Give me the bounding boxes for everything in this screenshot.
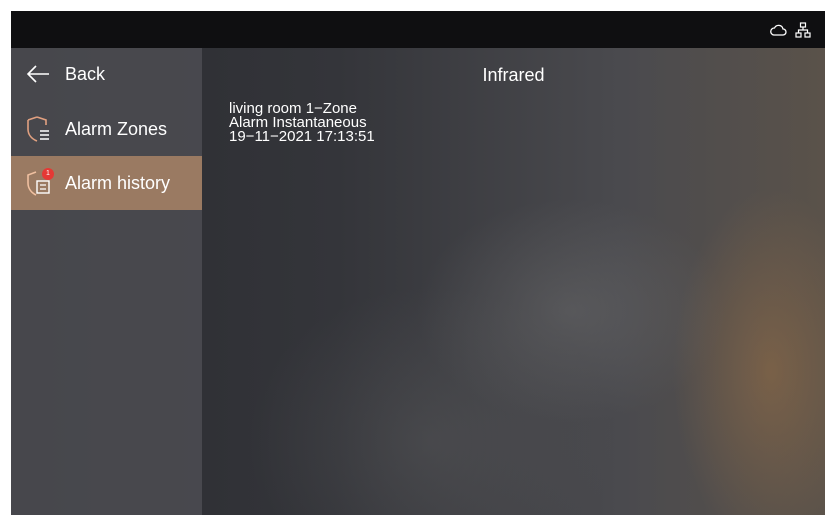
- alarm-history-label: Alarm history: [65, 172, 171, 193]
- back-button[interactable]: Back: [11, 48, 202, 100]
- network-icon: [795, 21, 811, 38]
- sidebar-item-alarm-zones[interactable]: Alarm Zones: [11, 102, 202, 156]
- arrow-left-icon: [23, 59, 53, 89]
- cloud-icon: [769, 23, 787, 37]
- device-screen: Back Alarm Zones 1 Alarm history Infrare…: [11, 11, 825, 515]
- page-title: Infrared: [482, 65, 545, 85]
- alarm-event-entry[interactable]: living room 1−Zone Alarm Instantaneous 1…: [229, 101, 375, 145]
- sidebar-item-alarm-history[interactable]: 1 Alarm history: [11, 156, 202, 210]
- alarm-zones-label: Alarm Zones: [65, 118, 168, 139]
- back-label: Back: [65, 63, 106, 84]
- sidebar: Back Alarm Zones 1 Alarm history: [11, 48, 202, 515]
- main-panel: Infrared living room 1−Zone Alarm Instan…: [202, 48, 825, 515]
- event-timestamp: 19−11−2021 17:13:51: [229, 128, 375, 145]
- status-bar: [11, 11, 825, 48]
- notification-badge: 1: [42, 168, 54, 180]
- shield-list-icon: [23, 114, 53, 144]
- shield-message-icon: 1: [23, 168, 54, 198]
